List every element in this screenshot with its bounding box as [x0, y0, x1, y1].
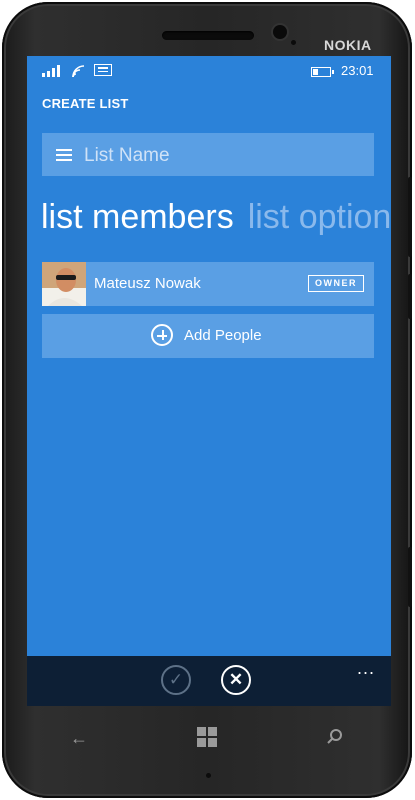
add-circle-icon: [151, 324, 173, 346]
power-button[interactable]: [408, 274, 412, 319]
hamburger-icon: [56, 149, 72, 161]
add-people-button[interactable]: Add People: [42, 314, 374, 358]
tab-list-members[interactable]: list members: [41, 198, 234, 236]
cancel-icon[interactable]: ✕: [221, 665, 251, 695]
member-name: Mateusz Nowak: [94, 275, 201, 292]
avatar: [42, 262, 86, 306]
back-icon[interactable]: ←: [70, 728, 88, 749]
status-bar: 23:01: [27, 56, 391, 86]
camera-button[interactable]: [408, 547, 412, 607]
page-title: CREATE LIST: [42, 96, 129, 111]
list-name-input[interactable]: [82, 133, 366, 178]
list-name-field[interactable]: [42, 133, 374, 178]
front-camera: [273, 25, 287, 39]
earpiece-speaker: [162, 31, 254, 40]
battery-icon: [311, 67, 334, 77]
check-icon[interactable]: ✓: [161, 665, 191, 695]
brand-logo: NOKIA: [324, 37, 372, 53]
signal-icon: [42, 64, 64, 77]
windows-icon[interactable]: [197, 727, 217, 747]
member-list-item[interactable]: Mateusz Nowak OWNER: [42, 262, 374, 306]
volume-button[interactable]: [408, 177, 412, 257]
message-icon: [94, 64, 112, 76]
screen: 23:01 CREATE LIST list members list optio…: [27, 56, 391, 706]
wifi-icon: [71, 64, 87, 78]
app-bar: ✓ ✕ ...: [27, 656, 391, 706]
pivot-header: list members list option: [41, 198, 391, 237]
proximity-sensor: [291, 40, 296, 45]
more-options-button[interactable]: ...: [357, 658, 375, 679]
microphone: [206, 773, 211, 778]
add-people-label: Add People: [184, 327, 262, 344]
tab-list-options[interactable]: list option: [248, 198, 391, 236]
status-time: 23:01: [341, 63, 374, 78]
search-icon[interactable]: [327, 728, 343, 749]
owner-badge: OWNER: [308, 275, 364, 292]
phone-frame: NOKIA 23:01 CREATE LIST List Name list m…: [2, 2, 412, 798]
